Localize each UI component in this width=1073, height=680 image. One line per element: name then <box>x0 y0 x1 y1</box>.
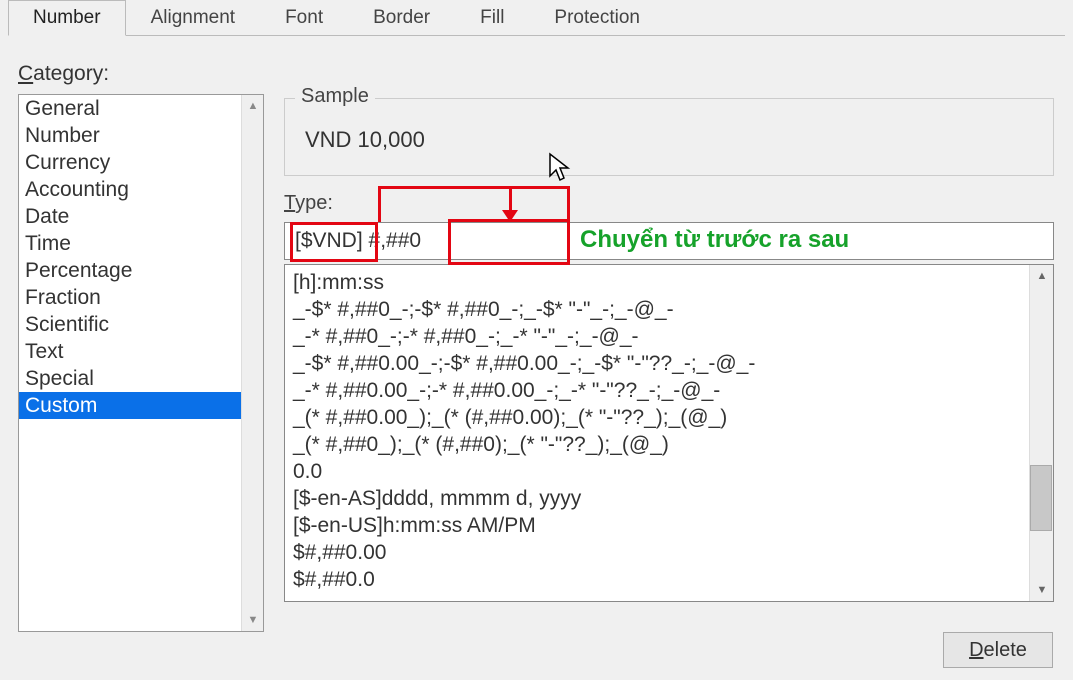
annotation-arrow-icon <box>509 186 512 220</box>
scroll-thumb[interactable] <box>1030 465 1052 531</box>
scroll-down-icon[interactable]: ▼ <box>1030 579 1054 601</box>
format-list[interactable]: [h]:mm:ss _-$* #,##0_-;-$* #,##0_-;_-$* … <box>284 264 1054 602</box>
list-item[interactable]: _(* #,##0.00_);_(* (#,##0.00);_(* "-"??_… <box>293 404 1019 431</box>
category-label: Category: <box>18 62 109 86</box>
sample-value: VND 10,000 <box>305 127 425 153</box>
list-item[interactable]: Custom <box>19 392 241 419</box>
list-item[interactable]: _-* #,##0.00_-;-* #,##0.00_-;_-* "-"??_-… <box>293 377 1019 404</box>
list-item[interactable]: Date <box>19 203 241 230</box>
list-item[interactable]: Text <box>19 338 241 365</box>
delete-button[interactable]: Delete <box>943 632 1053 668</box>
category-listbox[interactable]: General Number Currency Accounting Date … <box>18 94 264 632</box>
list-item[interactable]: Time <box>19 230 241 257</box>
list-item[interactable]: Special <box>19 365 241 392</box>
list-item[interactable]: Number <box>19 122 241 149</box>
list-item[interactable]: [$-en-US]h:mm:ss AM/PM <box>293 512 1019 539</box>
scroll-up-icon[interactable]: ▲ <box>242 95 264 117</box>
tab-font[interactable]: Font <box>260 0 348 35</box>
list-item[interactable]: Percentage <box>19 257 241 284</box>
annotation-connector <box>378 186 570 222</box>
list-item[interactable]: Scientific <box>19 311 241 338</box>
tab-number[interactable]: Number <box>8 0 126 36</box>
list-item[interactable]: Accounting <box>19 176 241 203</box>
scroll-up-icon[interactable]: ▲ <box>1030 265 1054 287</box>
list-item[interactable]: 0.0 <box>293 458 1019 485</box>
scrollbar[interactable]: ▲ ▼ <box>241 95 263 631</box>
list-item[interactable]: Fraction <box>19 284 241 311</box>
sample-group: Sample VND 10,000 <box>284 98 1054 176</box>
list-item[interactable]: _-$* #,##0_-;-$* #,##0_-;_-$* "-"_-;_-@_… <box>293 296 1019 323</box>
sample-label: Sample <box>295 85 375 108</box>
scrollbar[interactable]: ▲ ▼ <box>1029 265 1053 601</box>
list-item[interactable]: _-$* #,##0.00_-;-$* #,##0.00_-;_-$* "-"?… <box>293 350 1019 377</box>
list-item[interactable]: _(* #,##0_);_(* (#,##0);_(* "-"??_);_(@_… <box>293 431 1019 458</box>
list-item[interactable]: [$-en-AS]dddd, mmmm d, yyyy <box>293 485 1019 512</box>
tab-alignment[interactable]: Alignment <box>126 0 261 35</box>
tab-bar: Number Alignment Font Border Fill Protec… <box>8 0 1065 36</box>
list-item[interactable]: [h]:mm:ss <box>293 269 1019 296</box>
scroll-down-icon[interactable]: ▼ <box>242 609 264 631</box>
list-item[interactable]: Currency <box>19 149 241 176</box>
list-item[interactable]: _-* #,##0_-;-* #,##0_-;_-* "-"_-;_-@_- <box>293 323 1019 350</box>
list-item[interactable]: $#,##0.0 <box>293 566 1019 593</box>
type-label: Type: <box>284 192 333 215</box>
tab-border[interactable]: Border <box>348 0 455 35</box>
type-input[interactable] <box>284 222 1054 260</box>
tab-fill[interactable]: Fill <box>455 0 529 35</box>
list-item[interactable]: General <box>19 95 241 122</box>
tab-protection[interactable]: Protection <box>529 0 665 35</box>
list-item[interactable]: $#,##0.00 <box>293 539 1019 566</box>
